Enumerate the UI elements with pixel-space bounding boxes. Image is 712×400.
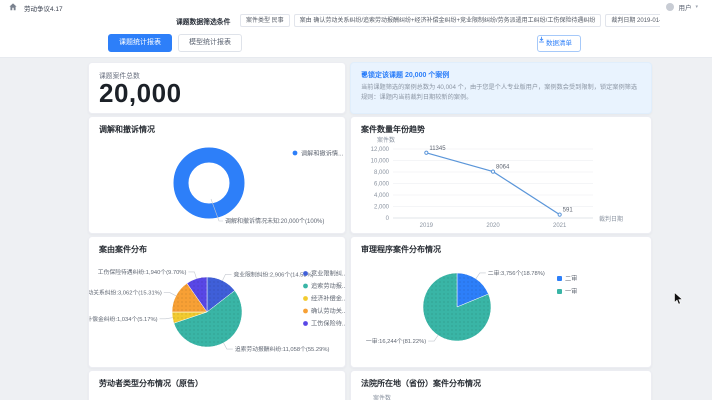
legend-label[interactable]: 工伤保险待... — [311, 320, 346, 328]
point-value-label: 8064 — [496, 165, 510, 171]
point-value-label: 11345 — [429, 146, 446, 152]
court-province-card: 法院所在地（省份）案件分布情况 案件数 — [350, 370, 652, 400]
y-tick-label: 4,000 — [374, 193, 390, 199]
mediation-withdrawal-card: 调解和撤诉情况 调解和撤诉情况未知:20,000个(100%)调解和撤诉情... — [88, 116, 346, 234]
legend-label[interactable]: 经济补偿金... — [311, 295, 346, 303]
export-data-button[interactable]: 数据清单 — [537, 35, 581, 52]
mouse-cursor — [674, 292, 683, 305]
legend-label[interactable]: 二审 — [565, 275, 577, 283]
y-tick-label: 0 — [386, 216, 390, 222]
line-chart: 案件数 0 2,000 4,000 6,000 8,000 10,000 12,000 2019… — [351, 117, 651, 233]
avatar[interactable] — [666, 3, 674, 11]
user-menu[interactable]: 用户 ▾ — [666, 2, 698, 12]
y-tick-label: 12,000 — [371, 147, 390, 153]
dashboard-screen: 劳动争议4.17 用户 ▾ 课题数据筛选条件 案件类型 民事案由 确认劳动关系纠… — [0, 0, 712, 400]
legend-label[interactable]: 一审 — [565, 288, 577, 296]
legend-label[interactable]: 调解和撤诉情... — [301, 150, 344, 158]
filter-chip: 裁判日期 2019-01-01 至 2021-04-17 — [605, 14, 660, 27]
x-tick-label: 2021 — [553, 223, 567, 229]
export-button-label: 数据清单 — [546, 36, 572, 51]
legend-marker[interactable] — [293, 151, 298, 156]
tab-active[interactable]: 课题统计报表 — [108, 34, 172, 52]
top-bar: 劳动争议4.17 用户 ▾ 课题数据筛选条件 案件类型 民事案由 确认劳动关系纠… — [0, 0, 712, 29]
y-tick-label: 6,000 — [374, 182, 390, 188]
donut-chart: 调解和撤诉情况未知:20,000个(100%) 调解和撤诉情... — [89, 117, 345, 233]
x-tick-label: 2020 — [486, 223, 500, 229]
legend-label[interactable]: 追索劳动报... — [311, 282, 346, 290]
report-toolbar: 课题统计报表模型统计报表 数据清单 — [0, 28, 712, 58]
data-point[interactable] — [491, 170, 494, 173]
worker-type-card-title: 劳动者类型分布情况（原告） — [99, 378, 203, 389]
filter-chip: 案由 确认劳动关系纠纷/追索劳动报酬纠纷+经济补偿金纠纷+竞业限制纠纷/劳务派遣… — [294, 14, 602, 27]
legend-marker[interactable] — [557, 289, 562, 294]
filter-chip: 案件类型 民事 — [240, 14, 290, 27]
cause-distribution-card: 案由案件分布 竞业限制纠纷:2,906个(14.53%)追索劳动报酬纠纷:11,… — [88, 236, 346, 368]
legend-marker[interactable] — [303, 271, 308, 276]
filter-row: 课题数据筛选条件 案件类型 民事案由 确认劳动关系纠纷/追索劳动报酬纠纷+经济补… — [0, 13, 712, 28]
x-tick-label: 2019 — [420, 223, 434, 229]
page-title: 劳动争议4.17 — [24, 3, 63, 13]
procedure-pie-chart: 二审:3,756个(18.78%) 一审:16,244个(81.22%) 二审一审 — [351, 237, 651, 367]
legend-label[interactable]: 竞业限制纠... — [311, 270, 346, 278]
legend-marker[interactable] — [303, 296, 308, 301]
pie-slice-label: 二审:3,756个(18.78%) — [488, 269, 545, 277]
procedure-distribution-card: 审理程序案件分布情况 二审:3,756个(18.78%)一审:16,244个(8… — [350, 236, 652, 368]
tab-inactive[interactable]: 模型统计报表 — [178, 34, 242, 52]
filter-chip-list: 案件类型 民事案由 确认劳动关系纠纷/追索劳动报酬纠纷+经济补偿金纠纷+竞业限制… — [240, 14, 660, 27]
legend-marker[interactable] — [557, 276, 562, 281]
data-point[interactable] — [558, 213, 561, 216]
legend-label[interactable]: 确认劳动关... — [311, 307, 346, 315]
point-value-label: 591 — [563, 208, 574, 214]
home-icon[interactable] — [9, 3, 17, 11]
y-tick-label: 10,000 — [371, 159, 390, 165]
lock-notice-card: 已锁定该课题 20,000 个案例 当前课题筛选的案例总数为 40,004 个，… — [350, 62, 652, 114]
pie-slice-label: 经济补偿金纠纷:1,034个(5.17%) — [88, 315, 158, 323]
x-axis-title: 裁判日期 — [599, 215, 623, 223]
yearly-trend-card: 案件数量年份趋势 案件数02,0004,0006,0008,00010,0001… — [350, 116, 652, 234]
megaphone-icon — [361, 70, 369, 78]
cause-pie-chart: 竞业限制纠纷:2,906个(14.53%) 追索劳动报酬纠纷:11,058个(55… — [89, 237, 345, 367]
data-point[interactable] — [425, 151, 428, 154]
court-chart-ylabel: 案件数 — [373, 393, 391, 400]
report-tabs: 课题统计报表模型统计报表 — [108, 34, 242, 52]
lock-notice-body: 当前课题筛选的案例总数为 40,004 个，由于您是个人专业版用户，案例数会受到… — [361, 83, 639, 102]
donut-callout: 调解和撤诉情况未知:20,000个(100%) — [225, 217, 324, 225]
pie-slice-label: 一审:16,244个(81.22%) — [366, 337, 426, 345]
chevron-down-icon: ▾ — [695, 4, 698, 10]
pie-slice-label: 工伤保险待遇纠纷:1,940个(9.70%) — [98, 268, 187, 276]
total-cases-card: 课题案件总数 20,000 — [88, 62, 346, 114]
legend-marker[interactable] — [303, 309, 308, 314]
pie-slice-label: 追索劳动报酬纠纷:11,058个(55.29%) — [235, 345, 330, 353]
court-province-card-title: 法院所在地（省份）案件分布情况 — [361, 378, 481, 389]
y-tick-label: 8,000 — [374, 170, 390, 176]
pie-slice-label: 确认劳动关系纠纷:3,062个(15.31%) — [88, 289, 162, 297]
pie-slice-label: 竞业限制纠纷:2,906个(14.53%) — [234, 270, 314, 278]
lock-notice-title-text: 已锁定该课题 20,000 个案例 — [361, 70, 449, 80]
filter-section-label: 课题数据筛选条件 — [176, 16, 230, 26]
legend-marker[interactable] — [303, 284, 308, 289]
user-label: 用户 — [678, 2, 691, 12]
title-row: 劳动争议4.17 用户 ▾ — [0, 0, 712, 13]
download-icon — [538, 36, 545, 43]
legend-marker[interactable] — [303, 321, 308, 326]
total-cases-value: 20,000 — [99, 78, 182, 109]
lock-notice-title: 已锁定该课题 20,000 个案例 — [361, 70, 449, 80]
y-axis-title: 案件数 — [377, 136, 395, 144]
worker-type-card: 劳动者类型分布情况（原告） — [88, 370, 346, 400]
y-tick-label: 2,000 — [374, 205, 390, 211]
